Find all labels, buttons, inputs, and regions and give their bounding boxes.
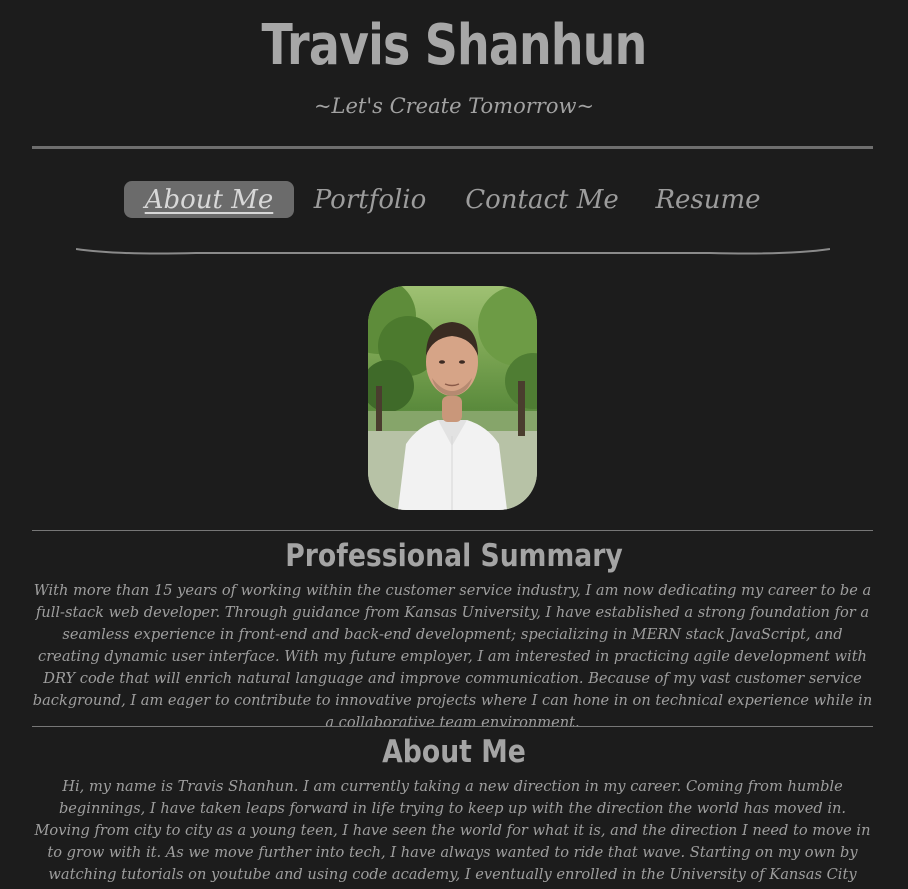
nav-item-contact-me[interactable]: Contact Me bbox=[462, 181, 622, 218]
nav-divider bbox=[76, 248, 830, 255]
nav-item-portfolio[interactable]: Portfolio bbox=[310, 181, 430, 218]
header-divider bbox=[32, 146, 873, 149]
section-divider bbox=[32, 530, 873, 531]
main-nav: About Me Portfolio Contact Me Resume bbox=[0, 181, 908, 221]
site-title: Travis Shanhun bbox=[261, 13, 648, 78]
section-divider bbox=[32, 726, 873, 727]
about-me-heading: About Me bbox=[382, 734, 526, 770]
profile-photo-image bbox=[368, 286, 537, 510]
nav-item-resume[interactable]: Resume bbox=[652, 181, 764, 218]
site-tagline: ~Let's Create Tomorrow~ bbox=[313, 94, 595, 118]
about-me-text: Hi, my name is Travis Shanhun. I am curr… bbox=[34, 778, 871, 889]
nav-item-about-me[interactable]: About Me bbox=[124, 181, 294, 218]
profile-photo bbox=[368, 286, 537, 510]
professional-summary-heading: Professional Summary bbox=[285, 538, 623, 574]
professional-summary-text: With more than 15 years of working withi… bbox=[32, 582, 873, 731]
